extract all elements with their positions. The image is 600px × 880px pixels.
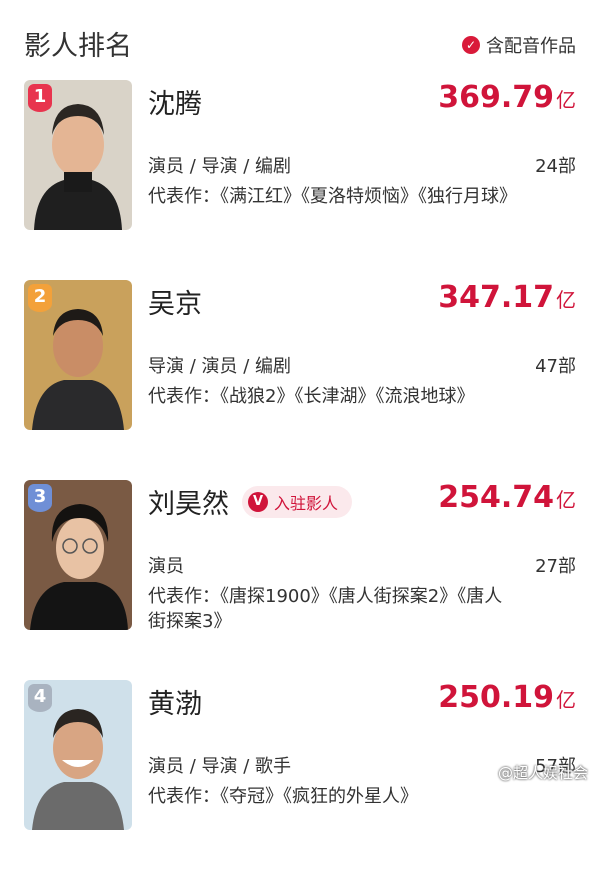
check-circle-icon: ✓: [462, 36, 480, 54]
representative-works: 代表作：《战狼2》《长津湖》《流浪地球》: [148, 386, 475, 407]
watermark: @超人娱社会: [497, 764, 588, 782]
actor-name: 刘昊然: [148, 489, 229, 520]
v-badge-icon: V: [248, 492, 268, 512]
list-item[interactable]: 2 吴京 347.17 亿 导演 / 演员 / 编剧 47部 代表作：《战狼2》…: [0, 280, 600, 480]
actor-roles: 演员 / 导演 / 歌手: [148, 756, 292, 777]
box-office-value: 250.19: [438, 680, 554, 715]
rank-badge: 4: [28, 684, 52, 712]
rank-badge: 3: [28, 484, 52, 512]
list-item[interactable]: 1 沈腾 369.79 亿 演员 / 导演 / 编剧 24部 代表作：《满江红》…: [0, 80, 600, 280]
box-office-value: 254.74: [438, 480, 554, 515]
works-count: 27部: [535, 556, 576, 577]
box-office-unit: 亿: [556, 488, 576, 512]
list-item[interactable]: 3 刘昊然 V 入驻影人 254.74 亿 演员 27部 代表作：《唐探1900…: [0, 480, 600, 680]
verified-label: 入驻影人: [274, 494, 339, 513]
rank-badge: 2: [28, 284, 52, 312]
box-office-value: 369.79: [438, 80, 554, 115]
actor-name: 黄渤: [148, 689, 202, 720]
box-office: 369.79 亿: [438, 80, 576, 115]
actor-roles: 演员: [148, 556, 184, 577]
actor-roles: 演员 / 导演 / 编剧: [148, 156, 292, 177]
box-office: 250.19 亿: [438, 680, 576, 715]
actor-name: 沈腾: [148, 89, 202, 120]
box-office-value: 347.17: [438, 280, 554, 315]
representative-works: 代表作：《唐探1900》《唐人街探案2》《唐人街探案3》: [148, 586, 503, 632]
box-office: 254.74 亿: [438, 480, 576, 515]
dubbing-filter-label: 含配音作品: [486, 36, 576, 57]
header: 影人排名 ✓ 含配音作品: [0, 0, 600, 80]
page-title: 影人排名: [24, 31, 132, 62]
works-count: 47部: [535, 356, 576, 377]
works-count: 24部: [535, 156, 576, 177]
box-office-unit: 亿: [556, 88, 576, 112]
box-office-unit: 亿: [556, 688, 576, 712]
representative-works: 代表作：《满江红》《夏洛特烦恼》《独行月球》: [148, 186, 517, 207]
rank-badge: 1: [28, 84, 52, 112]
box-office: 347.17 亿: [438, 280, 576, 315]
dubbing-filter[interactable]: ✓ 含配音作品: [462, 32, 576, 58]
box-office-unit: 亿: [556, 288, 576, 312]
verified-badge: V 入驻影人: [242, 486, 353, 518]
actor-roles: 导演 / 演员 / 编剧: [148, 356, 292, 377]
actor-name: 吴京: [148, 289, 202, 320]
